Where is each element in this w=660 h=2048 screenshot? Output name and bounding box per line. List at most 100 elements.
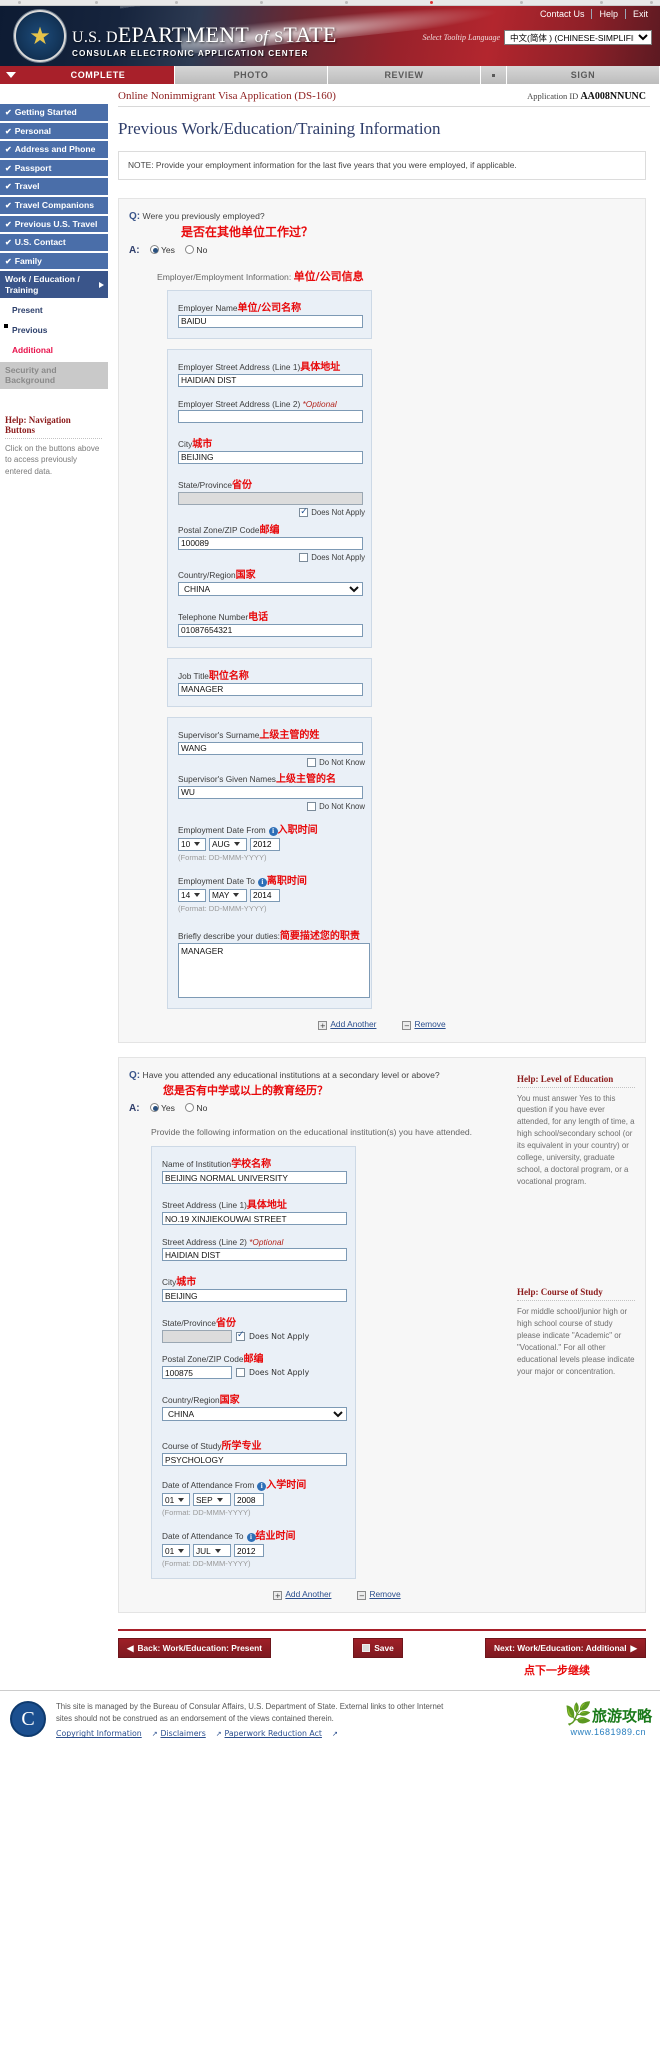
exit-link[interactable]: Exit xyxy=(626,9,652,19)
employment-to-day-select[interactable]: 14 xyxy=(178,888,206,902)
sidebar-item-family[interactable]: ✔ Family xyxy=(0,252,108,270)
edu-postal-input[interactable] xyxy=(162,1366,232,1380)
employment-add-another[interactable]: + Add Another xyxy=(318,1019,376,1030)
sidebar-item-label: Address and Phone xyxy=(14,144,96,155)
attendance-from-label-row: Date of Attendance From i 入学时间 xyxy=(162,1476,345,1492)
attendance-from-day-select[interactable]: 01 xyxy=(162,1493,190,1507)
external-link-icon: ↗ xyxy=(151,1730,158,1739)
edu-street1-input[interactable] xyxy=(162,1212,347,1226)
sidebar-subitem-previous[interactable]: Previous xyxy=(0,319,108,340)
sidebar-help-navigation: Help: Navigation Buttons Click on the bu… xyxy=(0,411,108,478)
supervisor-surname-input[interactable] xyxy=(178,741,363,755)
help-level-body: You must answer Yes to this question if … xyxy=(517,1093,635,1186)
employer-state-dna-checkbox[interactable] xyxy=(299,507,309,517)
help-course-body: For middle school/junior high or high sc… xyxy=(517,1307,635,1376)
tab-photo[interactable]: PHOTO xyxy=(175,66,328,84)
contact-us-link[interactable]: Contact Us xyxy=(532,9,593,19)
employer-phone-input[interactable] xyxy=(178,623,363,637)
edu-street2-input[interactable] xyxy=(162,1248,347,1262)
institution-input[interactable] xyxy=(162,1171,347,1185)
supervisor-given-input[interactable] xyxy=(178,785,363,799)
employer-country-select[interactable]: CHINA xyxy=(178,581,363,596)
employer-name-input[interactable] xyxy=(178,314,363,328)
sidebar-item-travel-companions[interactable]: ✔ Travel Companions xyxy=(0,196,108,214)
tab-sign[interactable]: SIGN xyxy=(507,66,660,84)
attendance-from-month-select[interactable]: SEP xyxy=(193,1493,231,1507)
attendance-from-year-input[interactable] xyxy=(234,1493,264,1507)
edu-state-dna-checkbox[interactable]: ✓ xyxy=(236,1330,245,1342)
sidebar-subitem-additional[interactable]: Additional xyxy=(0,339,108,360)
check-icon: ✔ xyxy=(5,219,12,229)
external-link-icon: ↗ xyxy=(215,1730,222,1739)
sidebar-item-us-contact[interactable]: ✔ U.S. Contact xyxy=(0,234,108,251)
attendance-to-year-input[interactable] xyxy=(234,1544,264,1558)
sidebar-item-getting-started[interactable]: ✔ Getting Started xyxy=(0,104,108,121)
employer-phone-label: Telephone Number xyxy=(178,611,249,622)
sidebar-item-travel[interactable]: ✔ Travel xyxy=(0,178,108,195)
employment-from-month-select[interactable]: AUG xyxy=(209,837,247,851)
employer-postal-dna-checkbox[interactable] xyxy=(299,552,309,562)
tab-review[interactable]: REVIEW xyxy=(328,66,481,84)
save-disk-icon xyxy=(362,1644,371,1653)
help-link[interactable]: Help xyxy=(592,9,626,19)
edu-state-input[interactable] xyxy=(162,1330,232,1344)
attendance-to-month-select[interactable]: JUL xyxy=(193,1544,231,1558)
edu-country-select[interactable]: CHINA xyxy=(162,1407,347,1422)
edu-state-dna-label: Does Not Apply xyxy=(249,1332,310,1342)
education-yes-radio[interactable] xyxy=(149,1102,159,1112)
education-remove[interactable]: − Remove xyxy=(357,1589,401,1601)
help-course-title-bold: Help: xyxy=(517,1287,539,1298)
employer-street2-input[interactable] xyxy=(178,409,363,423)
back-button[interactable]: ◀ Back: Work/Education: Present xyxy=(118,1638,272,1659)
sidebar-item-work-education-training[interactable]: Work / Education / Training xyxy=(0,271,108,298)
supervisor-surname-dk-checkbox[interactable] xyxy=(307,757,317,767)
copyright-information-link[interactable]: Copyright Information xyxy=(56,1729,142,1738)
disclaimers-link[interactable]: Disclaimers xyxy=(160,1729,205,1738)
sidebar-item-personal[interactable]: ✔ Personal xyxy=(0,122,108,140)
employer-street1-input[interactable] xyxy=(178,373,363,387)
employment-yes-radio[interactable] xyxy=(149,244,159,254)
info-icon[interactable]: i xyxy=(268,826,278,836)
tab-complete[interactable]: COMPLETE xyxy=(22,66,175,84)
employment-date-to-label-row: Employment Date To i 离职时间 xyxy=(178,872,361,887)
page-title: Previous Work/Education/Training Informa… xyxy=(118,119,441,138)
sidebar-item-passport[interactable]: ✔ Passport xyxy=(0,159,108,177)
edu-postal-dna-checkbox[interactable] xyxy=(236,1368,245,1378)
attendance-to-day-select[interactable]: 01 xyxy=(162,1544,190,1558)
edu-city-input[interactable] xyxy=(162,1289,347,1303)
course-label-cn: 所学专业 xyxy=(221,1441,262,1453)
course-input[interactable] xyxy=(162,1453,347,1467)
job-title-label-cn: 职位名称 xyxy=(208,670,249,682)
employer-postal-label-row: Postal Zone/ZIP Code邮编 xyxy=(178,521,361,536)
employment-to-year-input[interactable] xyxy=(250,888,280,902)
attendance-to-label-cn: 结业时间 xyxy=(255,1531,296,1543)
employment-no-radio[interactable] xyxy=(185,244,195,254)
info-icon[interactable]: i xyxy=(246,1533,256,1543)
save-button[interactable]: Save xyxy=(353,1638,403,1659)
paperwork-reduction-act-link[interactable]: Paperwork Reduction Act xyxy=(225,1729,322,1738)
info-icon[interactable]: i xyxy=(257,877,267,887)
sidebar-subitem-present[interactable]: Present xyxy=(0,299,108,320)
next-button[interactable]: Next: Work/Education: Additional ▶ xyxy=(484,1638,646,1659)
employer-state-input[interactable] xyxy=(178,491,363,505)
employer-postal-input[interactable] xyxy=(178,536,363,550)
tooltip-language-select[interactable]: 中文(简体 ) (CHINESE-SIMPLIFIED) xyxy=(504,30,652,45)
supervisor-given-dk-checkbox[interactable] xyxy=(307,801,317,811)
sidebar: ✔ Getting Started ✔ Personal ✔ Address and … xyxy=(0,84,108,477)
employer-city-input[interactable] xyxy=(178,450,363,464)
education-no-radio[interactable] xyxy=(185,1102,195,1112)
duties-textarea[interactable]: MANAGER xyxy=(178,942,370,998)
sidebar-item-address-and-phone[interactable]: ✔ Address and Phone xyxy=(0,141,108,158)
supervisor-given-label-cn: 上级主管的名 xyxy=(275,773,336,785)
job-title-input[interactable] xyxy=(178,682,363,696)
info-icon[interactable]: i xyxy=(257,1482,267,1492)
employment-to-format-hint: (Format: DD-MMM-YYYY) xyxy=(178,903,267,913)
site-header-banner: ★ U.S. DEPARTMENT of STATE CONSULAR ELEC… xyxy=(0,6,660,66)
employment-to-month-select[interactable]: MAY xyxy=(209,888,247,902)
employment-remove[interactable]: − Remove xyxy=(402,1019,446,1030)
employment-from-year-input[interactable] xyxy=(250,837,280,851)
employment-from-day-select[interactable]: 10 xyxy=(178,837,206,851)
sidebar-item-previous-us-travel[interactable]: ✔ Previous U.S. Travel xyxy=(0,215,108,233)
education-add-another[interactable]: + Add Another xyxy=(273,1589,331,1601)
edu-street1-label-cn: 具体地址 xyxy=(246,1200,287,1212)
